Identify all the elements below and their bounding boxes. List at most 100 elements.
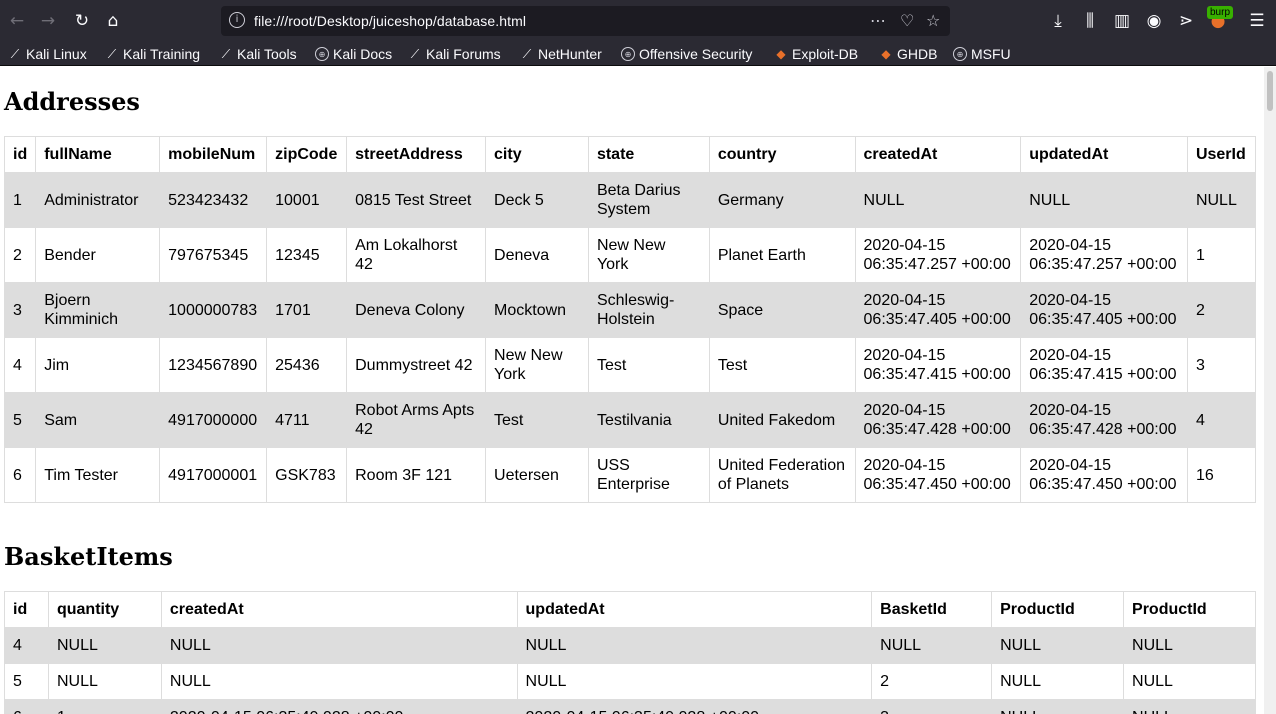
exploit-db-icon: ◆	[776, 47, 786, 61]
bookmark-exploit-db[interactable]: ◆ Exploit-DB	[774, 44, 858, 64]
table-cell: New New York	[587, 227, 710, 283]
table-cell: NULL	[1186, 172, 1257, 228]
page-actions-icon[interactable]: ⋯	[870, 11, 886, 30]
bookmark-msfu[interactable]: ⊕ MSFU	[953, 44, 1011, 64]
table-cell: Jim	[35, 337, 161, 393]
browser-toolbar: ← → ↻ ⌂ i file:///root/Desktop/juiceshop…	[0, 0, 1276, 42]
bookmark-label: Exploit-DB	[792, 46, 859, 62]
table-cell: 2020-04-15 06:35:47.450 +00:00	[1020, 447, 1188, 503]
table-cell: Germany	[708, 172, 856, 228]
table-cell: 1	[3, 172, 37, 228]
bookmark-kali-tools[interactable]: ⟋ Kali Tools	[219, 44, 297, 64]
bookmark-kali-training[interactable]: ⟋ Kali Training	[105, 44, 200, 64]
hamburger-menu-icon: ☰	[1249, 11, 1265, 31]
bookmark-label: Kali Tools	[237, 46, 297, 62]
column-header: mobileNum	[159, 136, 268, 173]
table-header-row: id fullName mobileNum zipCode streetAddress c…	[3, 136, 1257, 173]
bookmark-ghdb[interactable]: ◆ GHDB	[879, 44, 937, 64]
globe-icon: ⊕	[621, 47, 635, 61]
table-cell: 1	[47, 699, 162, 714]
table-row: 1 Administrator 523423432 10001 0815 Test St…	[3, 172, 1257, 228]
table-row: 4 Jim 1234567890 25436 Dummystreet 42 New New…	[3, 337, 1257, 393]
column-header: id	[4, 591, 49, 628]
bookmark-label: Kali Training	[123, 46, 201, 62]
page-content: Addresses id fullName mobileNum zipCode stre…	[0, 67, 1264, 714]
url-text[interactable]: file:///root/Desktop/juiceshop/database.…	[254, 13, 526, 29]
column-header: UserId	[1186, 136, 1257, 173]
home-button[interactable]: ⌂	[99, 7, 127, 35]
account-button[interactable]: ◉	[1140, 7, 1168, 35]
library-button[interactable]: ⫼	[1076, 7, 1104, 35]
bookmark-label: GHDB	[897, 46, 938, 62]
table-cell: 2020-04-15 06:35:47.405 +00:00	[854, 282, 1022, 338]
table-cell: 2	[1186, 282, 1257, 338]
table-cell: Test	[485, 392, 589, 448]
exploit-db-icon: ◆	[881, 47, 891, 61]
column-header: id	[3, 136, 37, 173]
table-cell: 1000000783	[159, 282, 268, 338]
back-button[interactable]: ←	[3, 7, 31, 35]
bookmark-kali-linux[interactable]: ⟋ Kali Linux	[8, 44, 87, 64]
table-cell: 2020-04-15 06:35:49.028 +00:00	[160, 699, 518, 714]
table-cell: 2020-04-15 06:35:47.428 +00:00	[1020, 392, 1188, 448]
bookmark-star-icon[interactable]: ☆	[926, 11, 940, 30]
account-icon: ◉	[1146, 11, 1162, 31]
vertical-scrollbar[interactable]	[1264, 67, 1276, 714]
table-row: 3 Bjoern Kimminich 1000000783 1701 Deneva Co…	[3, 282, 1257, 338]
sidebar-button[interactable]: ▥	[1108, 7, 1136, 35]
table-row: 5 Sam 4917000000 4711 Robot Arms Apts 42 Test…	[3, 392, 1257, 448]
table-cell: NULL	[871, 627, 993, 664]
table-cell: Bjoern Kimminich	[35, 282, 161, 338]
column-header: country	[708, 136, 856, 173]
table-cell: Deneva Colony	[346, 282, 487, 338]
scrollbar-thumb[interactable]	[1267, 71, 1273, 111]
bookmark-kali-forums[interactable]: ⟋ Kali Forums	[408, 44, 501, 64]
table-cell: Tim Tester	[35, 447, 161, 503]
forward-button[interactable]: →	[34, 7, 62, 35]
table-cell: 3	[1186, 337, 1257, 393]
table-cell: NULL	[516, 663, 873, 700]
table-cell: 2	[871, 663, 993, 700]
table-cell: USS Enterprise	[587, 447, 710, 503]
table-cell: 10001	[266, 172, 348, 228]
table-cell: Planet Earth	[708, 227, 856, 283]
menu-button[interactable]: ☰	[1243, 7, 1271, 35]
table-cell: 2020-04-15 06:35:47.257 +00:00	[854, 227, 1022, 283]
table-cell: Test	[587, 337, 710, 393]
table-cell: Deneva	[485, 227, 589, 283]
table-cell: 4	[1186, 392, 1257, 448]
table-cell: 4	[3, 337, 37, 393]
reload-button[interactable]: ↻	[68, 7, 96, 35]
table-cell: 5	[4, 663, 49, 700]
bookmark-nethunter[interactable]: ⟋ NetHunter	[520, 44, 602, 64]
extension-button[interactable]: ⋗	[1172, 7, 1200, 35]
table-cell: 3	[871, 699, 993, 714]
table-cell: 2020-04-15 06:35:47.415 +00:00	[854, 337, 1022, 393]
bookmark-label: Kali Linux	[26, 46, 87, 62]
home-icon: ⌂	[107, 11, 119, 31]
table-row: 2 Bender 797675345 12345 Am Lokalhorst 42 Den…	[3, 227, 1257, 283]
kali-dragon-icon: ⟋	[410, 46, 420, 61]
bookmarks-bar: ⟋ Kali Linux ⟋ Kali Training ⟋ Kali Tools ⊕…	[0, 42, 1276, 66]
table-cell: Dummystreet 42	[346, 337, 487, 393]
url-bar[interactable]: i file:///root/Desktop/juiceshop/databas…	[221, 6, 950, 36]
table-cell: 5	[3, 392, 37, 448]
table-cell: 6	[3, 447, 37, 503]
pocket-icon[interactable]: ♡	[900, 11, 914, 30]
site-info-icon[interactable]: i	[229, 12, 245, 28]
table-row: 612020-04-15 06:35:49.028 +00:002020-04-…	[4, 699, 1256, 714]
table-cell: 523423432	[159, 172, 268, 228]
downloads-button[interactable]: ⤓	[1044, 7, 1072, 35]
library-icon: ⫼	[1086, 11, 1094, 31]
bookmark-kali-docs[interactable]: ⊕ Kali Docs	[315, 44, 392, 64]
reload-icon: ↻	[74, 11, 90, 31]
table-cell: NULL	[854, 172, 1022, 228]
table-cell: NULL	[160, 663, 518, 700]
bookmark-offensive-security[interactable]: ⊕ Offensive Security	[621, 44, 752, 64]
table-cell: 1701	[266, 282, 348, 338]
table-row: 6 Tim Tester 4917000001 GSK783 Room 3F 121 Ue…	[3, 447, 1257, 503]
table-cell: Bender	[35, 227, 161, 283]
table-cell: 2	[3, 227, 37, 283]
addresses-table: id fullName mobileNum zipCode streetAddress c…	[3, 136, 1257, 503]
column-header: BasketId	[871, 591, 993, 628]
